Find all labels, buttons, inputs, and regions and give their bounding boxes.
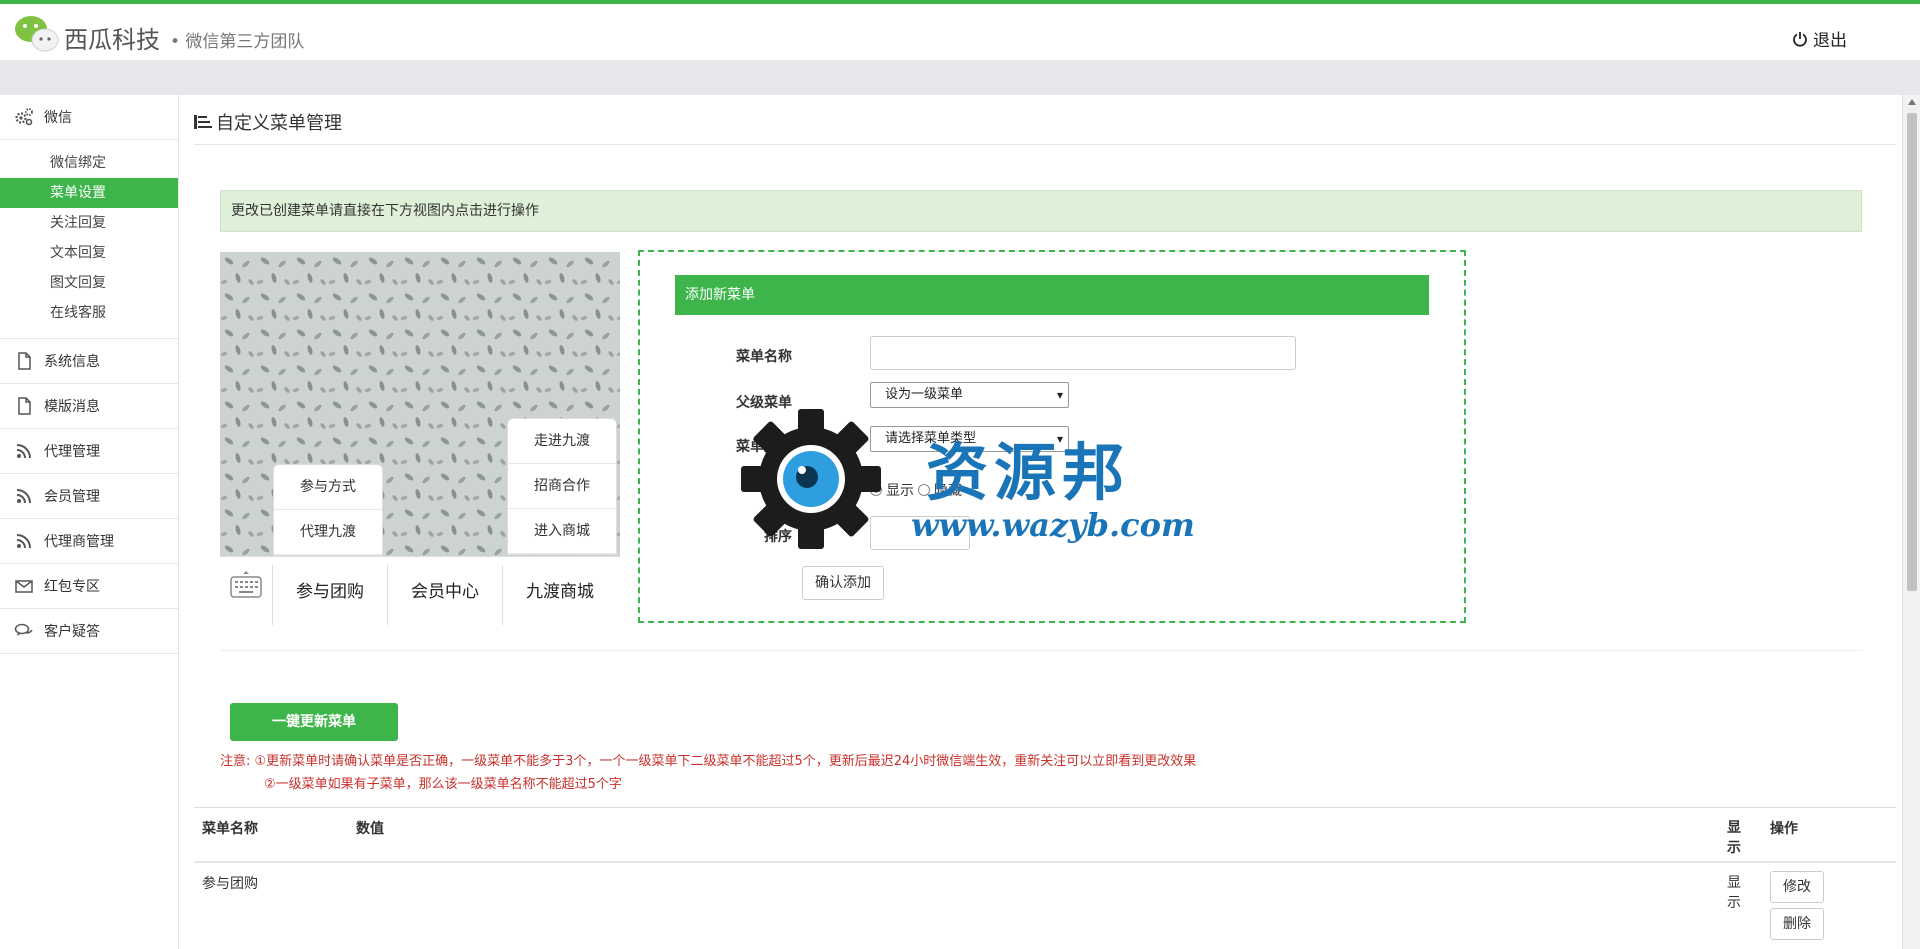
row-name: 参与团购 bbox=[202, 876, 258, 892]
phone-menu-bar: 参与团购 会员中心 九渡商城 bbox=[220, 556, 620, 626]
sidebar-item-text-reply[interactable]: 文本回复 bbox=[0, 238, 178, 268]
main-menu-item[interactable]: 九渡商城 bbox=[502, 565, 617, 625]
sidebar-group-template-msg[interactable]: 模版消息 bbox=[0, 384, 178, 429]
wechat-logo-icon bbox=[15, 16, 59, 52]
sidebar-group-customer-qa[interactable]: 客户疑答 bbox=[0, 609, 178, 654]
sidebar-item-weixin-bind[interactable]: 微信绑定 bbox=[0, 148, 178, 178]
sidebar-group-weixin[interactable]: 微信 bbox=[0, 95, 178, 140]
update-menu-button[interactable]: 一键更新菜单 bbox=[230, 703, 398, 741]
sort-label: 排序 bbox=[764, 529, 792, 545]
submenu-item[interactable]: 招商合作 bbox=[508, 464, 616, 509]
confirm-add-button[interactable]: 确认添加 bbox=[802, 566, 884, 600]
menu-type-label: 菜单类型 bbox=[736, 439, 792, 455]
submenu-item[interactable]: 进入商城 bbox=[508, 509, 616, 554]
sidebar-group-dealer-mgmt[interactable]: 代理商管理 bbox=[0, 519, 178, 564]
sidebar: 微信 微信绑定 菜单设置 关注回复 文本回复 图文回复 在线客服 系统信息 模版… bbox=[0, 95, 179, 949]
table-header: 菜单名称 数值 显示 操作 bbox=[194, 807, 1896, 863]
submenu-item[interactable]: 走进九渡 bbox=[508, 419, 616, 464]
sidebar-weixin-submenu: 微信绑定 菜单设置 关注回复 文本回复 图文回复 在线客服 bbox=[0, 140, 178, 339]
phone-menu-preview: 参与方式 代理九渡 走进九渡 招商合作 进入商城 参与团购 会员中心 九渡商城 bbox=[220, 252, 620, 632]
sidebar-group-agent-mgmt[interactable]: 代理管理 bbox=[0, 429, 178, 474]
keyboard-icon[interactable] bbox=[230, 569, 262, 599]
hide-radio-label: 隐藏 bbox=[934, 483, 962, 499]
sidebar-group-red-packet[interactable]: 红包专区 bbox=[0, 564, 178, 609]
hide-radio[interactable] bbox=[918, 484, 930, 496]
left-submenu: 参与方式 代理九渡 bbox=[273, 464, 383, 556]
main-menu-item[interactable]: 会员中心 bbox=[387, 565, 502, 625]
sidebar-group-label: 红包专区 bbox=[44, 579, 100, 595]
sidebar-item-menu-settings[interactable]: 菜单设置 bbox=[0, 178, 178, 208]
parent-menu-select[interactable]: 设为一级菜单 bbox=[870, 382, 1069, 408]
note-line: 注意: ①更新菜单时请确认菜单是否正确，一级菜单不能多于3个，一个一级菜单下二级… bbox=[220, 754, 1197, 769]
logout-button[interactable]: 退出 bbox=[1792, 26, 1847, 51]
note-line: ②一级菜单如果有子菜单，那么该一级菜单名称不能超过5个字 bbox=[264, 777, 622, 792]
menu-type-select[interactable]: 请选择菜单类型 bbox=[870, 426, 1069, 452]
sidebar-group-label: 会员管理 bbox=[44, 489, 100, 505]
display-radio-group: 显示 隐藏 bbox=[870, 480, 962, 500]
sidebar-group-label: 代理管理 bbox=[44, 444, 100, 460]
submenu-item[interactable]: 参与方式 bbox=[274, 465, 382, 510]
sidebar-item-online-service[interactable]: 在线客服 bbox=[0, 298, 178, 328]
display-label: 显示 bbox=[764, 483, 792, 499]
list-icon bbox=[194, 115, 212, 129]
show-radio-label: 显示 bbox=[886, 483, 914, 499]
rss-icon bbox=[16, 489, 31, 504]
header-band bbox=[0, 60, 1920, 95]
col-header-display: 显示 bbox=[1727, 820, 1741, 856]
divider bbox=[220, 650, 1862, 651]
file-icon bbox=[18, 352, 31, 370]
notice-banner: 更改已创建菜单请直接在下方视图内点击进行操作 bbox=[220, 190, 1862, 232]
col-header-value: 数值 bbox=[356, 821, 384, 837]
main-menu-item[interactable]: 参与团购 bbox=[272, 565, 387, 625]
rss-icon bbox=[16, 444, 31, 459]
add-menu-form: 添加新菜单 菜单名称 父级菜单 设为一级菜单 菜单类型 请选择菜单类型 显示 显… bbox=[638, 250, 1466, 623]
file-icon bbox=[18, 397, 31, 415]
header: 西瓜科技 • 微信第三方团队 退出 bbox=[0, 4, 1920, 60]
sidebar-item-follow-reply[interactable]: 关注回复 bbox=[0, 208, 178, 238]
page-title-text: 自定义菜单管理 bbox=[216, 113, 342, 134]
brand-subtitle: • 微信第三方团队 bbox=[170, 32, 305, 52]
menu-table: 菜单名称 数值 显示 操作 参与团购 显示 修改 删除 bbox=[194, 807, 1896, 949]
form-header: 添加新菜单 bbox=[675, 275, 1429, 315]
show-radio[interactable] bbox=[870, 484, 882, 496]
page-scrollbar[interactable] bbox=[1902, 95, 1920, 949]
update-note: 注意: ①更新菜单时请确认菜单是否正确，一级菜单不能多于3个，一个一级菜单下二级… bbox=[220, 750, 1196, 796]
col-header-ops: 操作 bbox=[1770, 821, 1798, 837]
sidebar-group-label: 客户疑答 bbox=[44, 624, 100, 640]
delete-button[interactable]: 删除 bbox=[1770, 908, 1824, 940]
envelope-icon bbox=[15, 580, 33, 593]
sidebar-group-label: 微信 bbox=[44, 110, 72, 126]
sidebar-group-label: 模版消息 bbox=[44, 399, 100, 415]
main-content: 自定义菜单管理 更改已创建菜单请直接在下方视图内点击进行操作 参与方式 代理九渡 bbox=[180, 95, 1902, 949]
divider bbox=[194, 144, 1896, 145]
edit-button[interactable]: 修改 bbox=[1770, 871, 1824, 903]
gears-icon bbox=[15, 108, 33, 126]
right-submenu: 走进九渡 招商合作 进入商城 bbox=[507, 418, 617, 555]
submenu-item[interactable]: 代理九渡 bbox=[274, 510, 382, 555]
rss-icon bbox=[16, 534, 31, 549]
page-title: 自定义菜单管理 bbox=[194, 109, 342, 135]
menu-name-label: 菜单名称 bbox=[736, 349, 792, 365]
row-display: 显示 bbox=[1727, 875, 1741, 911]
sidebar-group-label: 系统信息 bbox=[44, 354, 100, 370]
scroll-up-arrow-icon[interactable] bbox=[1908, 99, 1916, 105]
sidebar-group-member-mgmt[interactable]: 会员管理 bbox=[0, 474, 178, 519]
sort-input[interactable] bbox=[870, 516, 970, 550]
brand-name: 西瓜科技 bbox=[64, 26, 160, 54]
sidebar-group-system-info[interactable]: 系统信息 bbox=[0, 339, 178, 384]
menu-name-input[interactable] bbox=[870, 336, 1296, 370]
scroll-thumb[interactable] bbox=[1907, 113, 1917, 591]
sidebar-group-label: 代理商管理 bbox=[44, 534, 114, 550]
sidebar-item-news-reply[interactable]: 图文回复 bbox=[0, 268, 178, 298]
comments-icon bbox=[14, 623, 33, 636]
table-row: 参与团购 显示 修改 删除 bbox=[194, 863, 1896, 949]
col-header-name: 菜单名称 bbox=[202, 821, 258, 837]
power-icon bbox=[1793, 31, 1807, 47]
parent-menu-label: 父级菜单 bbox=[736, 395, 792, 411]
logout-label: 退出 bbox=[1813, 31, 1847, 51]
